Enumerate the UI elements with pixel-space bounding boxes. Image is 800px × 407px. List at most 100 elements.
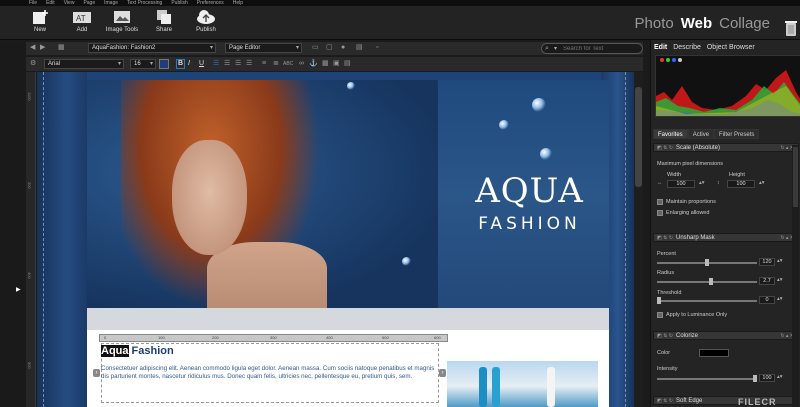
subtab-filter-presets[interactable]: Filter Presets [714,129,760,139]
tab-object-browser[interactable]: Object Browser [707,42,755,53]
page-canvas[interactable]: AQUA FASHION 0 100 200 300 400 500 600 ‹… [37,72,634,407]
spellcheck-icon[interactable]: ABC [283,59,293,69]
mode-collage[interactable]: Collage [719,15,770,32]
trash-icon[interactable] [784,20,798,37]
slider-knob[interactable] [753,375,757,382]
record-icon[interactable]: ● [341,43,345,53]
frame-handle-right[interactable]: › [439,369,446,377]
canvas-scrollbar[interactable] [634,72,643,407]
radius-input[interactable]: 2.7 [759,277,775,285]
text-color-swatch[interactable] [159,59,169,69]
publish-button[interactable]: Publish [186,9,226,33]
histogram-luma-dot[interactable] [678,58,682,62]
text-box-icon[interactable]: ▤ [344,59,351,69]
unsharp-mask-section-header[interactable]: ◩ ⇅ ↻ Unsharp Mask ↻ ▴ ✕ [653,233,799,242]
stepper-icon[interactable]: ▴▾ [777,258,783,264]
intensity-input[interactable]: 100 [759,374,775,382]
stepper-icon[interactable]: ▴▾ [777,374,783,380]
expand-panel-icon[interactable]: ▶ [16,286,21,293]
image-tools-button[interactable]: Image Tools [102,9,142,33]
italic-button[interactable]: I [188,59,190,69]
search-input[interactable] [563,45,639,53]
intensity-slider[interactable] [657,375,757,382]
histogram-green-dot[interactable] [666,58,670,62]
stepper-icon[interactable]: ▴▾ [699,180,705,186]
ruler-h-label: 500 [382,335,389,340]
add-button[interactable]: AT Add [62,9,102,33]
preview-icon[interactable]: ▢ [326,43,333,53]
link-icon[interactable]: ∞ [299,59,304,69]
height-input[interactable]: 100 [727,180,755,188]
image-insert-icon[interactable]: ▣ [333,59,340,69]
ruler-v-label: 1100 [27,92,32,101]
ruler-h-label: 600 [434,335,441,340]
comment-icon[interactable]: ▭ [312,43,319,53]
slider-knob[interactable] [657,297,661,304]
panel-scrollbar[interactable] [792,145,799,407]
histogram-blue-dot[interactable] [672,58,676,62]
radius-slider[interactable] [657,278,757,285]
luminance-checkbox[interactable] [657,312,663,318]
grid-icon[interactable]: ▤ [356,43,363,53]
align-right-icon[interactable]: ☰ [235,59,241,69]
search-box[interactable]: ⌕ ▾ [541,43,643,54]
scale-section-header[interactable]: ◩ ⇅ ↻ Scale (Absolute) ↻ ▴ ✕ [653,143,799,152]
percent-slider[interactable] [657,259,757,266]
table-icon[interactable]: ▦ [322,59,329,69]
slider-knob[interactable] [709,278,713,285]
bullet-list-icon[interactable]: ≡ [262,59,266,69]
enlarging-allowed-checkbox[interactable] [657,210,663,216]
font-family-select[interactable]: Arial [44,59,124,69]
back-icon[interactable]: ◀ [30,43,35,53]
scrollbar-thumb[interactable] [793,147,798,207]
section-toggle-icon[interactable]: ◩ ⇅ ↻ [657,332,673,340]
section-toggle-icon[interactable]: ◩ ⇅ ↻ [657,234,673,242]
beach-photo[interactable] [447,361,598,407]
threshold-slider[interactable] [657,297,757,304]
colorize-section-header[interactable]: ◩ ⇅ ↻ Colorize ↻ ▴ ✕ [653,331,799,340]
forward-icon[interactable]: ▶ [40,43,45,53]
mode-web[interactable]: Web [681,15,712,32]
document-select[interactable]: AquaFashion: Fashion2 [88,43,216,53]
stepper-icon[interactable]: ▴▾ [759,180,765,186]
tab-describe[interactable]: Describe [673,42,701,53]
subtab-favorites[interactable]: Favorites [653,129,688,139]
content-heading[interactable]: Aqua Fashion [101,345,174,357]
section-toggle-icon[interactable]: ◩ ⇅ ↻ [657,397,673,405]
stepper-icon[interactable]: ▴▾ [777,296,783,302]
mode-photo[interactable]: Photo [635,15,674,32]
tab-edit[interactable]: Edit [654,42,667,53]
slider-knob[interactable] [705,259,709,266]
underline-button[interactable]: U [199,59,204,69]
threshold-input[interactable]: 0 [759,296,775,304]
bubble-decoration [499,120,509,130]
chevron-down-icon[interactable]: ▾ [554,44,557,54]
histogram-red-dot[interactable] [660,58,664,62]
anchor-icon[interactable]: ⚓ [309,59,318,69]
share-button[interactable]: Share [144,9,184,33]
view-mode-select[interactable]: Page Editor [225,43,302,53]
header-stripe [87,308,609,330]
numbered-list-icon[interactable]: ≣ [273,59,279,69]
maintain-proportions-checkbox[interactable] [657,199,663,205]
color-swatch[interactable] [699,349,729,357]
new-button[interactable]: New [20,9,60,33]
align-left-icon[interactable]: ☰ [213,59,219,69]
scrollbar-thumb[interactable] [635,87,642,187]
stepper-icon[interactable]: ▴▾ [777,277,783,283]
subtab-active[interactable]: Active [687,129,715,139]
frame-handle-left[interactable]: ‹ [93,369,100,377]
percent-input[interactable]: 120 [759,258,775,266]
align-center-icon[interactable]: ☰ [224,59,230,69]
format-toolbar: ⚙ Arial 16 B I U ☰ ☰ ☰ ☰ ≡ ≣ ABC ∞ ⚓ ▦ ▣… [26,57,643,71]
width-input[interactable]: 100 [667,180,695,188]
justify-icon[interactable]: ☰ [246,59,252,69]
page-layout-icon[interactable]: ▦ [58,43,65,53]
font-size-select[interactable]: 16 [130,59,156,69]
settings-icon[interactable]: ⚙ [30,59,36,69]
bold-button[interactable]: B [176,59,186,69]
content-body-text[interactable]: Consectetuer adipiscing elit. Aenean com… [101,365,439,381]
soft-edge-section-header[interactable]: ◩ ⇅ ↻ Soft Edge [653,396,799,405]
delete-icon[interactable]: ▫ [376,43,378,53]
section-toggle-icon[interactable]: ◩ ⇅ ↻ [657,144,673,152]
